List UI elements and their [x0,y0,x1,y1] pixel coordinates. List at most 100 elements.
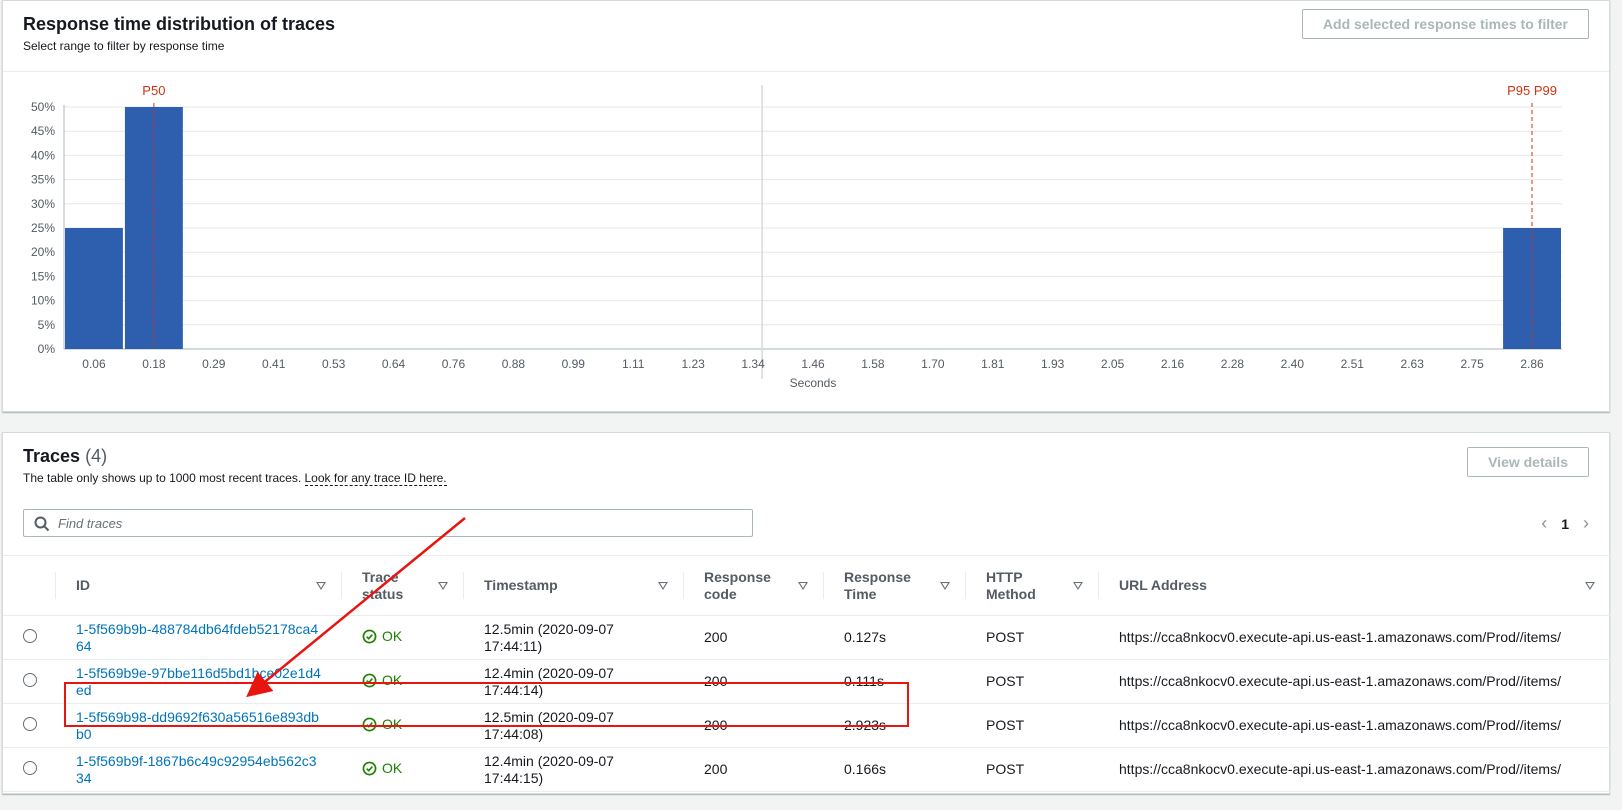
check-circle-icon [362,673,377,687]
response-code-cell: 200 [684,703,824,748]
x-tick-label: 0.41 [262,357,286,371]
url-cell: https://cca8nkocv0.execute-api.us-east-1… [1099,659,1611,704]
column-label: Trace status [362,568,404,602]
traces-note: The table only shows up to 1000 most rec… [23,471,447,486]
histogram-title: Response time distribution of traces [23,14,336,34]
trace-id-link[interactable]: 1-5f569b9e-97bbe116d5bd1bce02e1d4ed [76,665,321,698]
status-badge: OK [362,672,402,689]
x-tick-label: 0.64 [382,357,406,371]
sort-icon[interactable] [940,581,950,590]
column-label: URL Address [1119,577,1207,593]
table-row[interactable]: 1-5f569b9b-488784db64fdeb52178ca464 OK 1… [3,615,1611,660]
sort-icon[interactable] [316,581,326,590]
x-tick-label: 0.76 [442,357,466,371]
x-tick-label: 2.75 [1460,357,1484,371]
x-tick-label: 1.34 [741,357,765,371]
x-tick-label: 1.93 [1041,357,1065,371]
response-time-cell: 2.923s [824,703,966,748]
row-select-radio[interactable] [23,716,37,731]
column-header-http-method[interactable]: HTTP Method [966,555,1099,616]
y-tick-label: 30% [31,197,55,211]
current-page[interactable]: 1 [1561,516,1569,532]
sort-icon[interactable] [798,581,808,590]
x-tick-label: 0.53 [322,357,346,371]
status-badge: OK [362,716,402,733]
response-time-cell: 0.166s [824,747,966,792]
x-tick-label: 1.23 [681,357,705,371]
sort-icon[interactable] [1073,581,1083,590]
x-tick-label: 2.63 [1401,357,1425,371]
url-cell: https://cca8nkocv0.execute-api.us-east-1… [1099,703,1611,748]
y-tick-label: 5% [38,318,56,332]
search-icon [34,516,50,532]
status-text: OK [382,715,403,732]
x-tick-label: 0.29 [202,357,226,371]
timestamp-cell: 12.4min (2020-09-07 17:44:14) [464,659,684,704]
status-text: OK [382,627,403,644]
sort-icon[interactable] [1585,581,1595,590]
http-method-cell: POST [966,747,1099,792]
status-text: OK [382,759,403,776]
column-header-status[interactable]: Trace status [342,555,464,616]
y-tick-label: 10% [31,294,55,308]
add-to-filter-button[interactable]: Add selected response times to filter [1301,9,1589,39]
column-label: Timestamp [484,577,558,593]
y-tick-label: 40% [31,148,55,162]
url-cell: https://cca8nkocv0.execute-api.us-east-1… [1099,747,1611,792]
y-tick-label: 50% [31,100,55,114]
status-badge: OK [362,628,402,645]
traces-header: Traces (4) The table only shows up to 10… [23,445,447,486]
column-header-response-code[interactable]: Response code [684,555,824,616]
x-tick-label: 2.28 [1221,357,1245,371]
column-header-url[interactable]: URL Address [1099,555,1611,616]
previous-page-icon[interactable]: ‹ [1541,513,1547,534]
trace-id-link[interactable]: 1-5f569b9b-488784db64fdeb52178ca464 [76,621,318,654]
http-method-cell: POST [966,615,1099,660]
table-header-row: ID Trace status Timestamp Response code … [3,555,1611,616]
column-header-timestamp[interactable]: Timestamp [464,555,684,616]
response-time-cell: 0.127s [824,615,966,660]
trace-id-link[interactable]: 1-5f569b98-dd9692f630a56516e893dbb0 [76,709,319,742]
response-code-cell: 200 [684,747,824,792]
sort-icon[interactable] [438,581,448,590]
table-row[interactable]: 1-5f569b9e-97bbe116d5bd1bce02e1d4ed OK 1… [3,659,1611,704]
traces-table: ID Trace status Timestamp Response code … [3,555,1611,792]
traces-count: (4) [85,446,108,466]
url-cell: https://cca8nkocv0.execute-api.us-east-1… [1099,615,1611,660]
x-tick-label: 2.86 [1520,357,1544,371]
status-text: OK [382,671,403,688]
x-tick-label: 0.06 [82,357,106,371]
search-box[interactable] [23,509,753,537]
trace-id-link[interactable]: 1-5f569b9f-1867b6c49c92954eb562c334 [76,753,317,786]
x-tick-label: 2.16 [1161,357,1185,371]
next-page-icon[interactable]: › [1583,513,1589,534]
y-tick-label: 45% [31,124,55,138]
pagination: ‹ 1 › [1541,513,1589,534]
x-tick-label: 2.40 [1281,357,1305,371]
x-axis-label: Seconds [790,376,837,390]
traces-title: Traces (4) [23,445,447,467]
check-circle-icon [362,717,377,731]
column-header-response-time[interactable]: Response Time [824,555,966,616]
column-label: ID [76,577,90,593]
timestamp-cell: 12.5min (2020-09-07 17:44:08) [464,703,684,748]
traces-table-body: 1-5f569b9b-488784db64fdeb52178ca464 OK 1… [3,615,1611,792]
trace-id-lookup-link[interactable]: Look for any trace ID here. [304,471,447,486]
histogram-chart[interactable]: 0% 5% 10% 15% 20% 25% 30% 35% 40% 45% 50% 0.06 0.18 0… [3,73,1609,393]
histogram-subtitle: Select range to filter by response time [23,39,225,53]
row-select-radio[interactable] [23,760,37,775]
check-circle-icon [362,629,377,643]
row-select-radio[interactable] [23,672,37,687]
x-tick-label: 0.99 [562,357,586,371]
row-select-radio[interactable] [23,628,37,643]
histogram-header: Response time distribution of traces Sel… [23,13,335,53]
search-input[interactable] [56,512,736,534]
sort-icon[interactable] [658,581,668,590]
x-tick-label: 1.58 [861,357,885,371]
table-row[interactable]: 1-5f569b98-dd9692f630a56516e893dbb0 OK 1… [3,703,1611,748]
column-header-id[interactable]: ID [56,555,342,616]
y-tick-label: 35% [31,173,55,187]
table-row[interactable]: 1-5f569b9f-1867b6c49c92954eb562c334 OK 1… [3,747,1611,792]
view-details-button[interactable]: View details [1467,447,1589,477]
response-code-cell: 200 [684,659,824,704]
